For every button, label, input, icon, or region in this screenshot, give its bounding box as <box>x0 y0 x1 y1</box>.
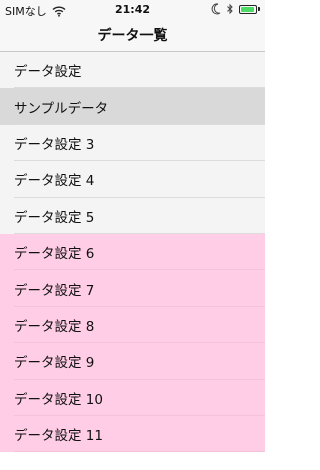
list-item[interactable]: データ設定 6 <box>0 233 265 271</box>
list-item-label: データ設定 5 <box>14 209 95 226</box>
list-item[interactable]: データ設定 8 <box>0 306 265 344</box>
battery-fill <box>241 6 254 12</box>
list-item-label: データ設定 6 <box>14 246 95 263</box>
list-item[interactable]: データ設定 10 <box>0 379 265 417</box>
list-item-label: データ設定 10 <box>14 391 103 408</box>
list-item-label: サンプルデータ <box>14 100 109 117</box>
page-title: データ一覧 <box>97 28 168 44</box>
battery-body <box>239 4 257 14</box>
list-item-label: データ設定 7 <box>14 282 95 299</box>
moon-icon <box>211 3 221 15</box>
list-item[interactable]: データ設定 11 <box>0 415 265 453</box>
list-item-label: データ設定 4 <box>14 173 95 190</box>
list-item[interactable]: データ設定 7 <box>0 270 265 308</box>
list-item-label: データ設定 8 <box>14 318 95 335</box>
data-list: データ設定サンプルデータ データ設定 3 データ設定 4 データ設定 5 データ設定 6… <box>0 52 265 453</box>
list-item[interactable]: データ設定 3 <box>0 124 265 162</box>
battery-icon <box>239 4 261 15</box>
list-item[interactable]: データ設定 9 <box>0 343 265 380</box>
list-item[interactable]: データ設定 4 <box>0 161 265 198</box>
list-item-label: データ設定 9 <box>14 355 95 372</box>
battery-tip <box>258 7 260 11</box>
status-right <box>206 3 261 15</box>
list-item[interactable]: データ設定 <box>0 52 265 89</box>
list-item-label: データ設定 11 <box>14 428 103 445</box>
list-item[interactable]: サンプルデータ <box>0 88 265 126</box>
list-item[interactable]: データ設定 5 <box>0 197 265 235</box>
status-bar: SIMなし 21:42 <box>0 0 265 20</box>
list-item-label: データ設定 3 <box>14 136 95 153</box>
nav-bar: データ一覧 <box>0 20 265 52</box>
list-item-label: データ設定 <box>14 64 82 81</box>
bluetooth-icon <box>227 3 233 15</box>
